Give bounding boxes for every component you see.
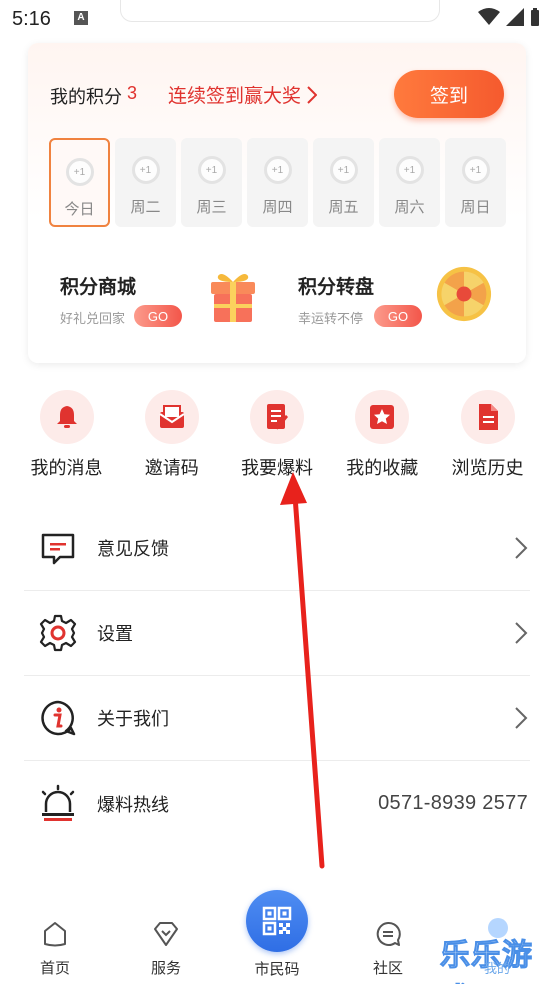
menu-list: 意见反馈 设置 关于我们 爆料热线 0571-8939 2577 — [24, 506, 530, 846]
alarm-icon — [41, 784, 75, 821]
signal-icon — [506, 8, 524, 26]
qa-icon-circle — [355, 390, 410, 444]
battery-icon — [531, 8, 539, 26]
chevron-right-icon — [307, 85, 318, 104]
checkin-button[interactable]: 签到 — [394, 70, 504, 118]
chat-bubble-icon — [376, 921, 401, 946]
points-card: 我的积分 3 连续签到赢大奖 签到 +1 今日 +1 周二 +1 周三 +1 周… — [28, 43, 526, 363]
coin-icon: +1 — [461, 156, 490, 184]
qa-label: 邀请码 — [144, 458, 199, 478]
nav-label: 服务 — [150, 960, 181, 977]
coin-icon: +1 — [65, 158, 94, 186]
citizen-code-button[interactable] — [246, 890, 308, 952]
day-label: 周日 — [460, 199, 491, 216]
day-cell[interactable]: +1 周三 — [181, 138, 242, 227]
qa-icon-circle — [250, 390, 304, 444]
qa-icon-circle — [144, 390, 199, 444]
my-messages-button[interactable]: 我的消息 — [14, 390, 119, 480]
day-cell-today[interactable]: +1 今日 — [49, 138, 110, 227]
day-label: 周六 — [394, 199, 425, 216]
info-icon — [41, 700, 76, 736]
coin-icon: +1 — [197, 156, 226, 184]
invite-code-button[interactable]: 邀请码 — [119, 390, 224, 480]
points-wheel-go-badge: GO — [374, 305, 422, 327]
top-edge-strip — [120, 0, 440, 22]
day-label: 今日 — [64, 201, 95, 218]
settings-item[interactable]: 设置 — [24, 591, 530, 676]
coin-icon: +1 — [263, 156, 292, 184]
star-icon — [370, 405, 395, 429]
day-cell[interactable]: +1 周日 — [445, 138, 506, 227]
nav-service[interactable]: 服务 — [126, 920, 206, 978]
history-document-icon — [478, 404, 498, 430]
status-icons — [478, 8, 540, 26]
bell-icon — [56, 406, 77, 428]
points-mall-title: 积分商城 — [60, 277, 137, 298]
points-label: 我的积分 — [50, 87, 122, 107]
day-cell[interactable]: +1 周四 — [247, 138, 308, 227]
prize-wheel-icon — [436, 266, 492, 322]
nav-mine-label[interactable]: 我的 — [484, 958, 510, 977]
coin-icon: +1 — [131, 156, 160, 184]
submit-tip-button[interactable]: 我要爆料 — [225, 390, 330, 480]
points-mall-card[interactable]: 积分商城 好礼兑回家 GO — [48, 248, 268, 338]
chevron-right-icon — [515, 537, 528, 559]
qr-code-icon — [262, 906, 292, 936]
nav-community[interactable]: 社区 — [348, 920, 428, 978]
browse-history-button[interactable]: 浏览历史 — [435, 390, 540, 480]
qa-icon-circle — [39, 390, 94, 444]
status-bar: 5:16 A — [0, 0, 554, 40]
day-cell[interactable]: +1 周五 — [313, 138, 374, 227]
checkin-days: +1 今日 +1 周二 +1 周三 +1 周四 +1 周五 +1 周六 +1 周… — [49, 138, 506, 227]
citizen-code-label: 市民码 — [254, 961, 300, 978]
menu-label: 爆料热线 — [97, 794, 169, 815]
coin-icon: +1 — [395, 156, 424, 184]
tip-hotline-item[interactable]: 爆料热线 0571-8939 2577 — [24, 761, 530, 846]
qa-label: 我要爆料 — [241, 458, 313, 478]
notification-icon: A — [74, 11, 88, 25]
envelope-icon — [159, 405, 185, 428]
day-label: 周三 — [196, 199, 227, 216]
menu-label: 意见反馈 — [97, 539, 169, 559]
qa-label: 我的消息 — [30, 458, 103, 478]
feedback-icon — [41, 533, 75, 565]
home-icon — [44, 922, 66, 947]
points-wheel-title: 积分转盘 — [298, 277, 375, 298]
checkin-promo-text: 连续签到赢大奖 — [168, 86, 302, 107]
points-mall-subtitle: 好礼兑回家 — [60, 311, 126, 326]
day-label: 周二 — [130, 199, 161, 216]
day-cell[interactable]: +1 周二 — [115, 138, 176, 227]
points-wheel-card[interactable]: 积分转盘 幸运转不停 GO — [286, 248, 506, 338]
chevron-right-icon — [515, 622, 528, 644]
gear-icon — [39, 614, 77, 652]
qa-label: 我的收藏 — [346, 458, 419, 478]
status-time: 5:16 — [12, 8, 51, 30]
edit-document-icon — [267, 404, 289, 430]
wifi-icon — [478, 8, 500, 25]
menu-label: 关于我们 — [97, 709, 169, 729]
my-favorites-button[interactable]: 我的收藏 — [330, 390, 435, 480]
points-value: 3 — [127, 83, 138, 103]
menu-label: 设置 — [97, 624, 133, 644]
day-cell[interactable]: +1 周六 — [379, 138, 440, 227]
chevron-right-icon — [515, 707, 528, 729]
hotline-number[interactable]: 0571-8939 2577 — [378, 792, 528, 815]
day-label: 周四 — [262, 199, 293, 216]
nav-label: 首页 — [39, 960, 70, 977]
quick-actions: 我的消息 邀请码 我要爆料 我的收藏 浏览历史 — [14, 390, 540, 480]
gift-box-icon — [211, 274, 255, 322]
nav-home[interactable]: 首页 — [15, 920, 95, 978]
points-mall-go-badge: GO — [134, 305, 182, 327]
nav-label: 社区 — [372, 960, 403, 977]
day-label: 周五 — [328, 199, 359, 216]
coin-icon: +1 — [329, 156, 358, 184]
feedback-item[interactable]: 意见反馈 — [24, 506, 530, 591]
qa-icon-circle — [460, 390, 515, 444]
about-us-item[interactable]: 关于我们 — [24, 676, 530, 761]
diamond-icon — [154, 922, 178, 946]
qa-label: 浏览历史 — [451, 458, 524, 478]
checkin-promo-link[interactable]: 连续签到赢大奖 — [168, 81, 318, 108]
points-wheel-subtitle: 幸运转不停 — [298, 311, 364, 326]
